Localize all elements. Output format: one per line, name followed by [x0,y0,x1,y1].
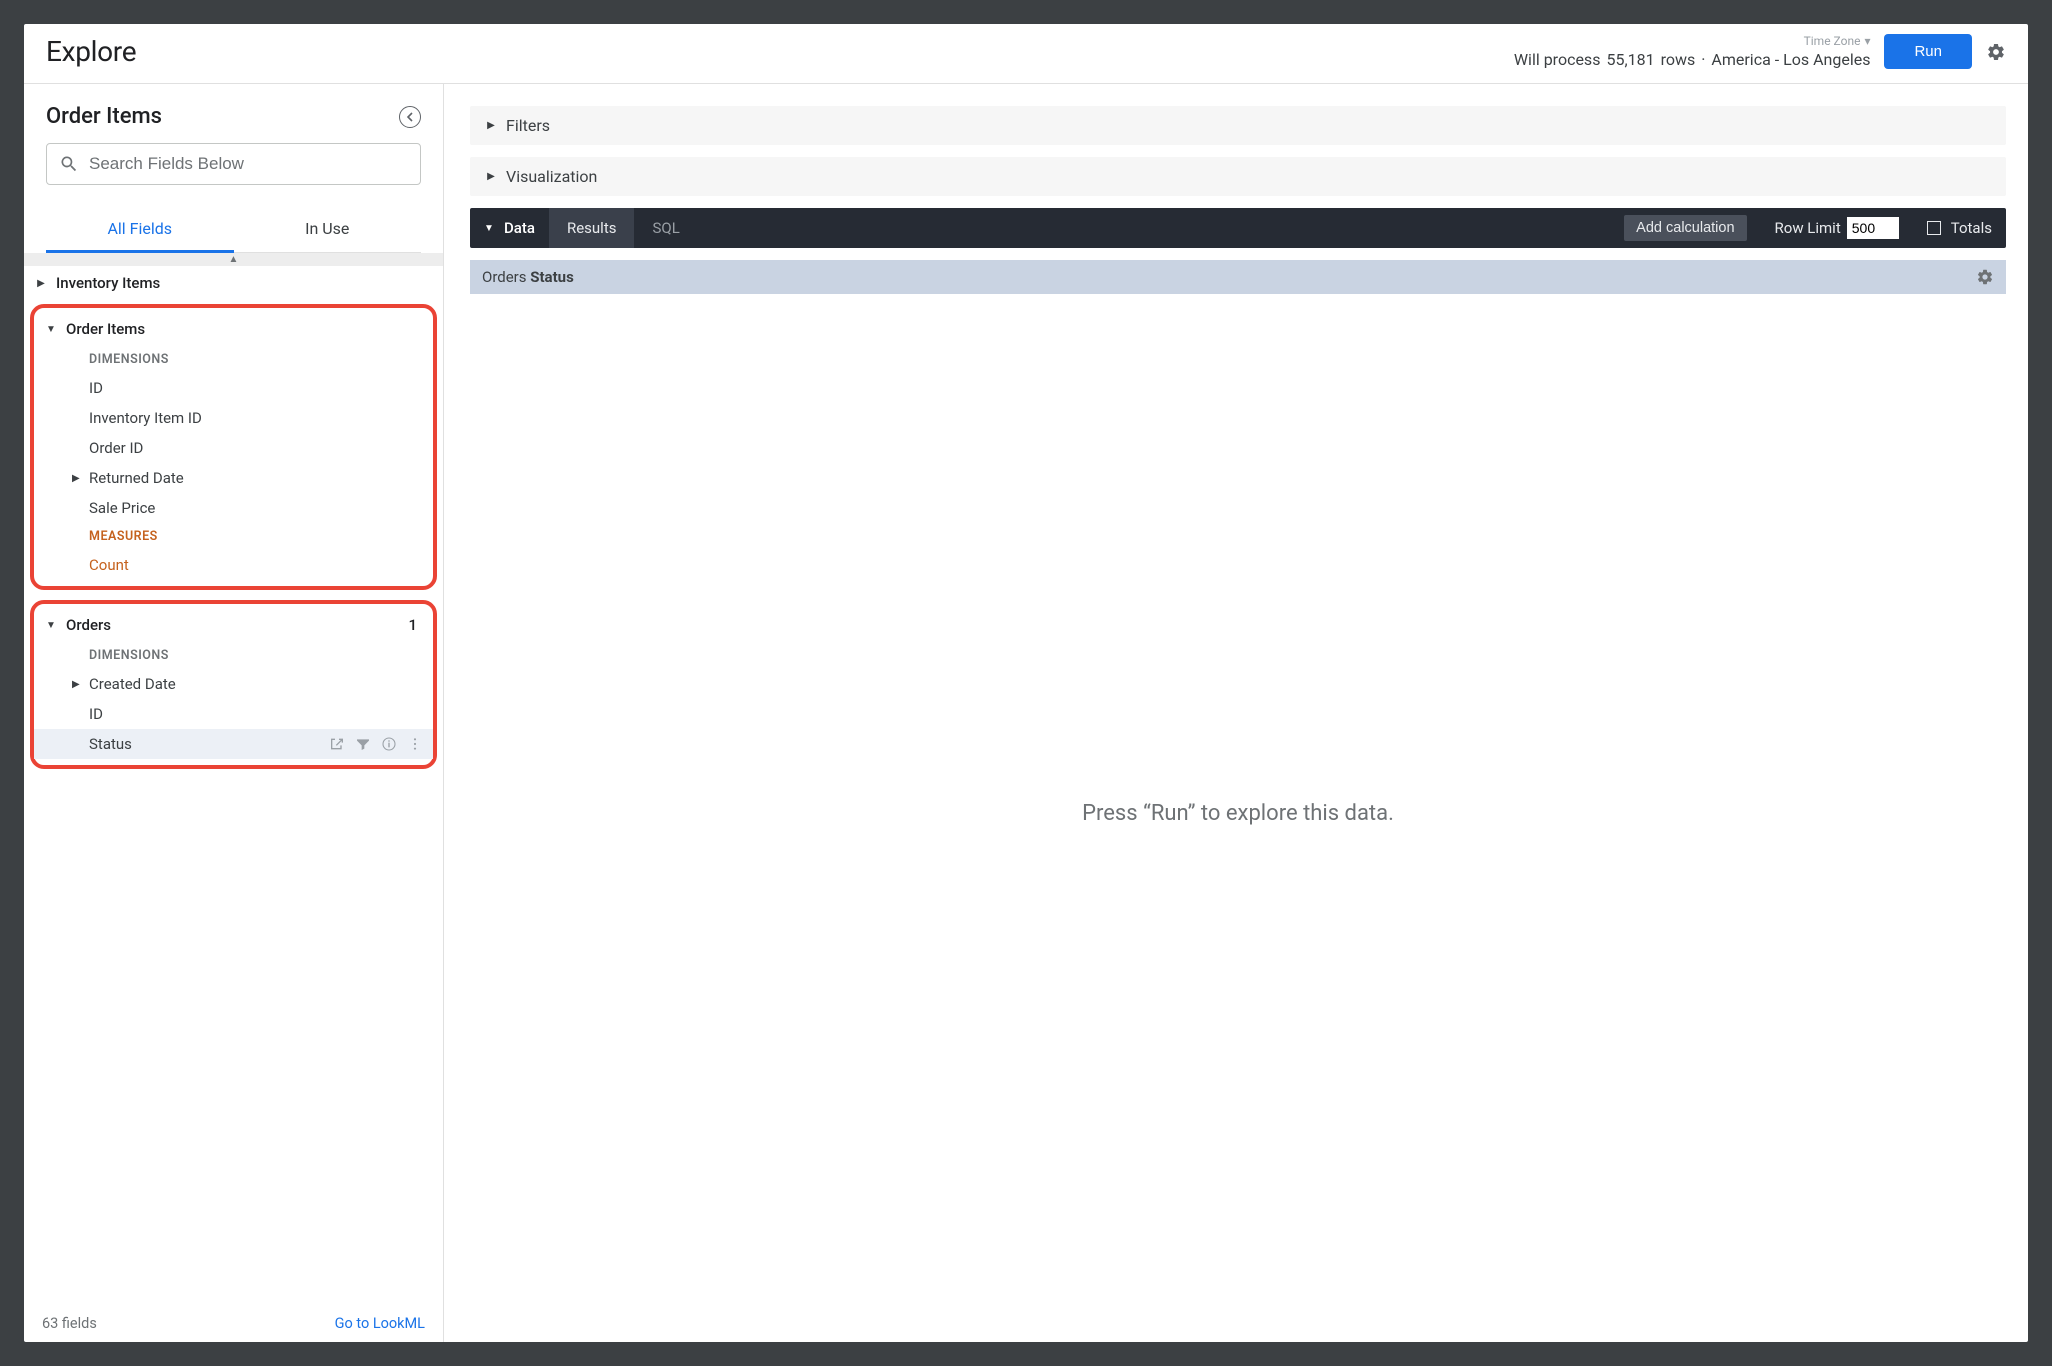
field-tabs: All Fields In Use [46,207,421,253]
field-id[interactable]: ID [34,373,433,403]
kebab-icon[interactable] [407,736,423,752]
run-button[interactable]: Run [1884,34,1972,69]
timezone-label-text: Time Zone [1804,34,1861,48]
page-title: Explore [46,35,136,68]
header-bar: Explore Time Zone ▾ Will process 55,181 … [24,24,2028,84]
dimensions-subhead: DIMENSIONS [34,642,433,669]
pivot-icon[interactable] [329,736,345,752]
scroll-up-arrow[interactable]: ▲ [24,253,443,266]
field-returned-date[interactable]: ▶ Returned Date [34,463,433,493]
status-prefix: Will process [1514,50,1601,69]
field-actions [329,736,423,752]
header-status: Time Zone ▾ Will process 55,181 rows · A… [1514,34,1871,69]
caret-right-icon: ▶ [486,120,496,131]
row-limit-label: Row Limit [1775,219,1841,237]
section-label: Inventory Items [56,274,160,292]
search-icon [59,154,79,174]
sidebar-footer: 63 fields Go to LookML [24,1306,443,1342]
caret-down-icon: ▼ [46,620,56,631]
tab-sql[interactable]: SQL [634,208,697,248]
caret-right-icon: ▶ [72,679,80,690]
section-label: Order Items [66,320,145,338]
add-calculation-button[interactable]: Add calculation [1624,215,1746,241]
caret-down-icon: ▼ [46,324,56,335]
go-to-lookml-link[interactable]: Go to LookML [335,1315,425,1332]
caret-right-icon: ▶ [36,278,46,289]
tab-in-use[interactable]: In Use [234,207,422,252]
section-selected-count: 1 [408,616,423,634]
field-label: Inventory Item ID [89,409,202,427]
field-label: Created Date [89,675,176,693]
filters-label: Filters [506,116,550,135]
status-suffix: rows [1661,50,1696,69]
tab-results[interactable]: Results [549,208,635,248]
field-inventory-item-id[interactable]: Inventory Item ID [34,403,433,433]
highlight-order-items: ▼ Order Items DIMENSIONS ID Inventory It… [30,304,437,590]
field-count[interactable]: Count [34,550,433,580]
row-count: 55,181 [1606,50,1654,69]
section-label: Orders [66,616,111,634]
section-order-items[interactable]: ▼ Order Items [34,312,433,346]
tab-all-fields[interactable]: All Fields [46,207,234,252]
body: Order Items All Fields In Use ▲ ▶ [24,84,2028,1342]
field-picker[interactable]: ▲ ▶ Inventory Items ▼ Order Items DIMENS… [24,253,443,1306]
field-label: Order ID [89,439,143,457]
visualization-label: Visualization [506,167,597,186]
chevron-down-icon: ▾ [1864,34,1870,48]
data-bar: ▼ Data Results SQL Add calculation Row L… [470,208,2006,248]
collapse-sidebar-button[interactable] [399,106,421,128]
checkbox-icon [1927,221,1941,235]
timezone-selector[interactable]: Time Zone ▾ [1804,34,1871,48]
dimensions-subhead: DIMENSIONS [34,346,433,373]
field-sale-price[interactable]: Sale Price [34,493,433,523]
highlight-orders: ▼ Orders 1 DIMENSIONS ▶ Created Date ID S… [30,600,437,769]
field-label: Status [89,735,132,753]
caret-right-icon: ▶ [486,171,496,182]
sidebar-header: Order Items All Fields In Use [24,84,443,253]
caret-down-icon: ▼ [484,223,494,234]
sidebar: Order Items All Fields In Use ▲ ▶ [24,84,444,1342]
field-label: Count [89,556,129,574]
row-limit-input[interactable] [1847,217,1899,239]
field-label: Returned Date [89,469,184,487]
run-placeholder: Press “Run” to explore this data. [470,306,2006,1320]
placeholder-text: Press “Run” to explore this data. [1082,801,1394,826]
visualization-section[interactable]: ▶ Visualization [470,157,2006,196]
app-window: Explore Time Zone ▾ Will process 55,181 … [24,24,2028,1342]
field-orders-id[interactable]: ID [34,699,433,729]
data-bar-right: Add calculation [1610,208,1760,248]
location-text: America - Los Angeles [1711,50,1870,69]
section-orders[interactable]: ▼ Orders 1 [34,608,433,642]
search-field[interactable] [46,143,421,185]
chevron-left-icon [405,112,415,122]
explore-name: Order Items [46,104,162,129]
field-label: ID [89,379,103,397]
data-label: Data [504,219,535,237]
measures-subhead: MEASURES [34,523,433,550]
column-header-row: Orders Status [470,260,2006,294]
field-label: Sale Price [89,499,155,517]
field-created-date[interactable]: ▶ Created Date [34,669,433,699]
row-limit-group: Row Limit [1761,208,1913,248]
caret-right-icon: ▶ [72,473,80,484]
search-input[interactable] [89,154,408,174]
column-gear-icon[interactable] [1976,268,1994,286]
totals-label: Totals [1951,219,1992,237]
totals-toggle[interactable]: Totals [1913,208,2006,248]
column-group[interactable]: Orders [482,268,527,286]
field-count-text: 63 fields [42,1315,97,1332]
data-section-toggle[interactable]: ▼ Data [470,208,549,248]
field-orders-status[interactable]: Status [34,729,433,759]
field-label: ID [89,705,103,723]
status-sep: · [1701,50,1705,69]
main-panel: ▶ Filters ▶ Visualization ▼ Data Results… [444,84,2028,1342]
field-order-id[interactable]: Order ID [34,433,433,463]
filter-icon[interactable] [355,736,371,752]
column-field[interactable]: Status [530,268,574,286]
gear-icon[interactable] [1986,42,2006,62]
section-inventory-items[interactable]: ▶ Inventory Items [24,266,443,300]
info-outline-icon[interactable] [381,736,397,752]
filters-section[interactable]: ▶ Filters [470,106,2006,145]
